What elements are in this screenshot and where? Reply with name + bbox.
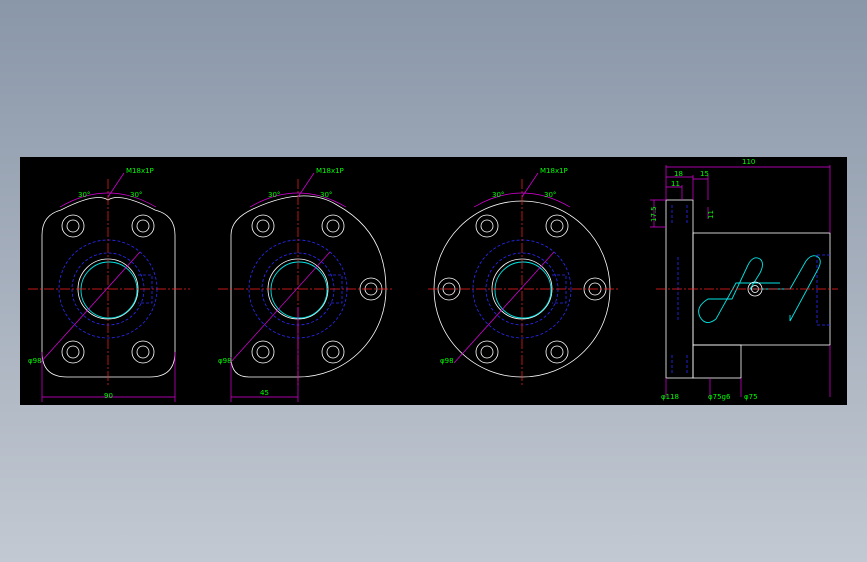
angle-left-label: 30° xyxy=(268,191,280,199)
width-label: 90 xyxy=(104,392,113,400)
angle-right-label: 30° xyxy=(130,191,142,199)
flange-dia-label: φ118 xyxy=(661,393,679,401)
cad-viewport: M18x1P 30° 30° φ98 90 M18x1P 30° 30° φ98… xyxy=(0,0,867,562)
bore-inner xyxy=(80,261,138,319)
angle-left-label: 30° xyxy=(78,191,90,199)
pcd-leader xyxy=(39,251,141,364)
pcd-label: φ98 xyxy=(28,357,42,365)
drawing-svg: M18x1P 30° 30° φ98 90 M18x1P 30° 30° φ98… xyxy=(28,158,838,402)
centerlines xyxy=(428,179,618,387)
small-dim-label: 11 xyxy=(671,180,680,188)
front-view-1: M18x1P 30° 30° φ98 90 xyxy=(28,167,190,402)
pcd-leader xyxy=(229,251,331,364)
hole-offset-label: 17.5 xyxy=(650,206,658,222)
pcd-label: φ98 xyxy=(440,357,454,365)
pcd-label: φ98 xyxy=(218,357,232,365)
front-view-2: M18x1P 30° 30° φ98 45 xyxy=(218,167,392,402)
hole-depth-label: 11 xyxy=(707,210,715,219)
bore-inner xyxy=(494,261,552,319)
angle-right-label: 30° xyxy=(544,191,556,199)
flange-outline-half-flat xyxy=(230,195,387,378)
pcd-leader xyxy=(453,251,555,364)
offset-dimension xyxy=(230,307,299,402)
overall-length-label: 110 xyxy=(742,158,755,166)
step-length-label: 15 xyxy=(700,170,709,178)
thread-callout: M18x1P xyxy=(316,167,344,175)
drawing-canvas: M18x1P 30° 30° φ98 90 M18x1P 30° 30° φ98… xyxy=(20,157,847,405)
thread-callout: M18x1P xyxy=(126,167,154,175)
flange-thickness-label: 18 xyxy=(674,170,683,178)
fit-step xyxy=(692,344,742,379)
front-view-3: M18x1P 30° 30° φ98 xyxy=(428,167,618,387)
centerlines xyxy=(218,179,392,387)
centerlines xyxy=(28,179,190,387)
body-dia-label: φ75 xyxy=(744,393,758,401)
fit-dia-label: φ75g6 xyxy=(708,393,731,401)
angle-left-label: 30° xyxy=(492,191,504,199)
thread-callout: M18x1P xyxy=(540,167,568,175)
side-view: 110 18 15 11 17.5 11 φ118 φ75g6 φ75 xyxy=(650,158,838,401)
offset-label: 45 xyxy=(260,389,269,397)
bore-inner xyxy=(270,261,328,319)
angle-right-label: 30° xyxy=(320,191,332,199)
